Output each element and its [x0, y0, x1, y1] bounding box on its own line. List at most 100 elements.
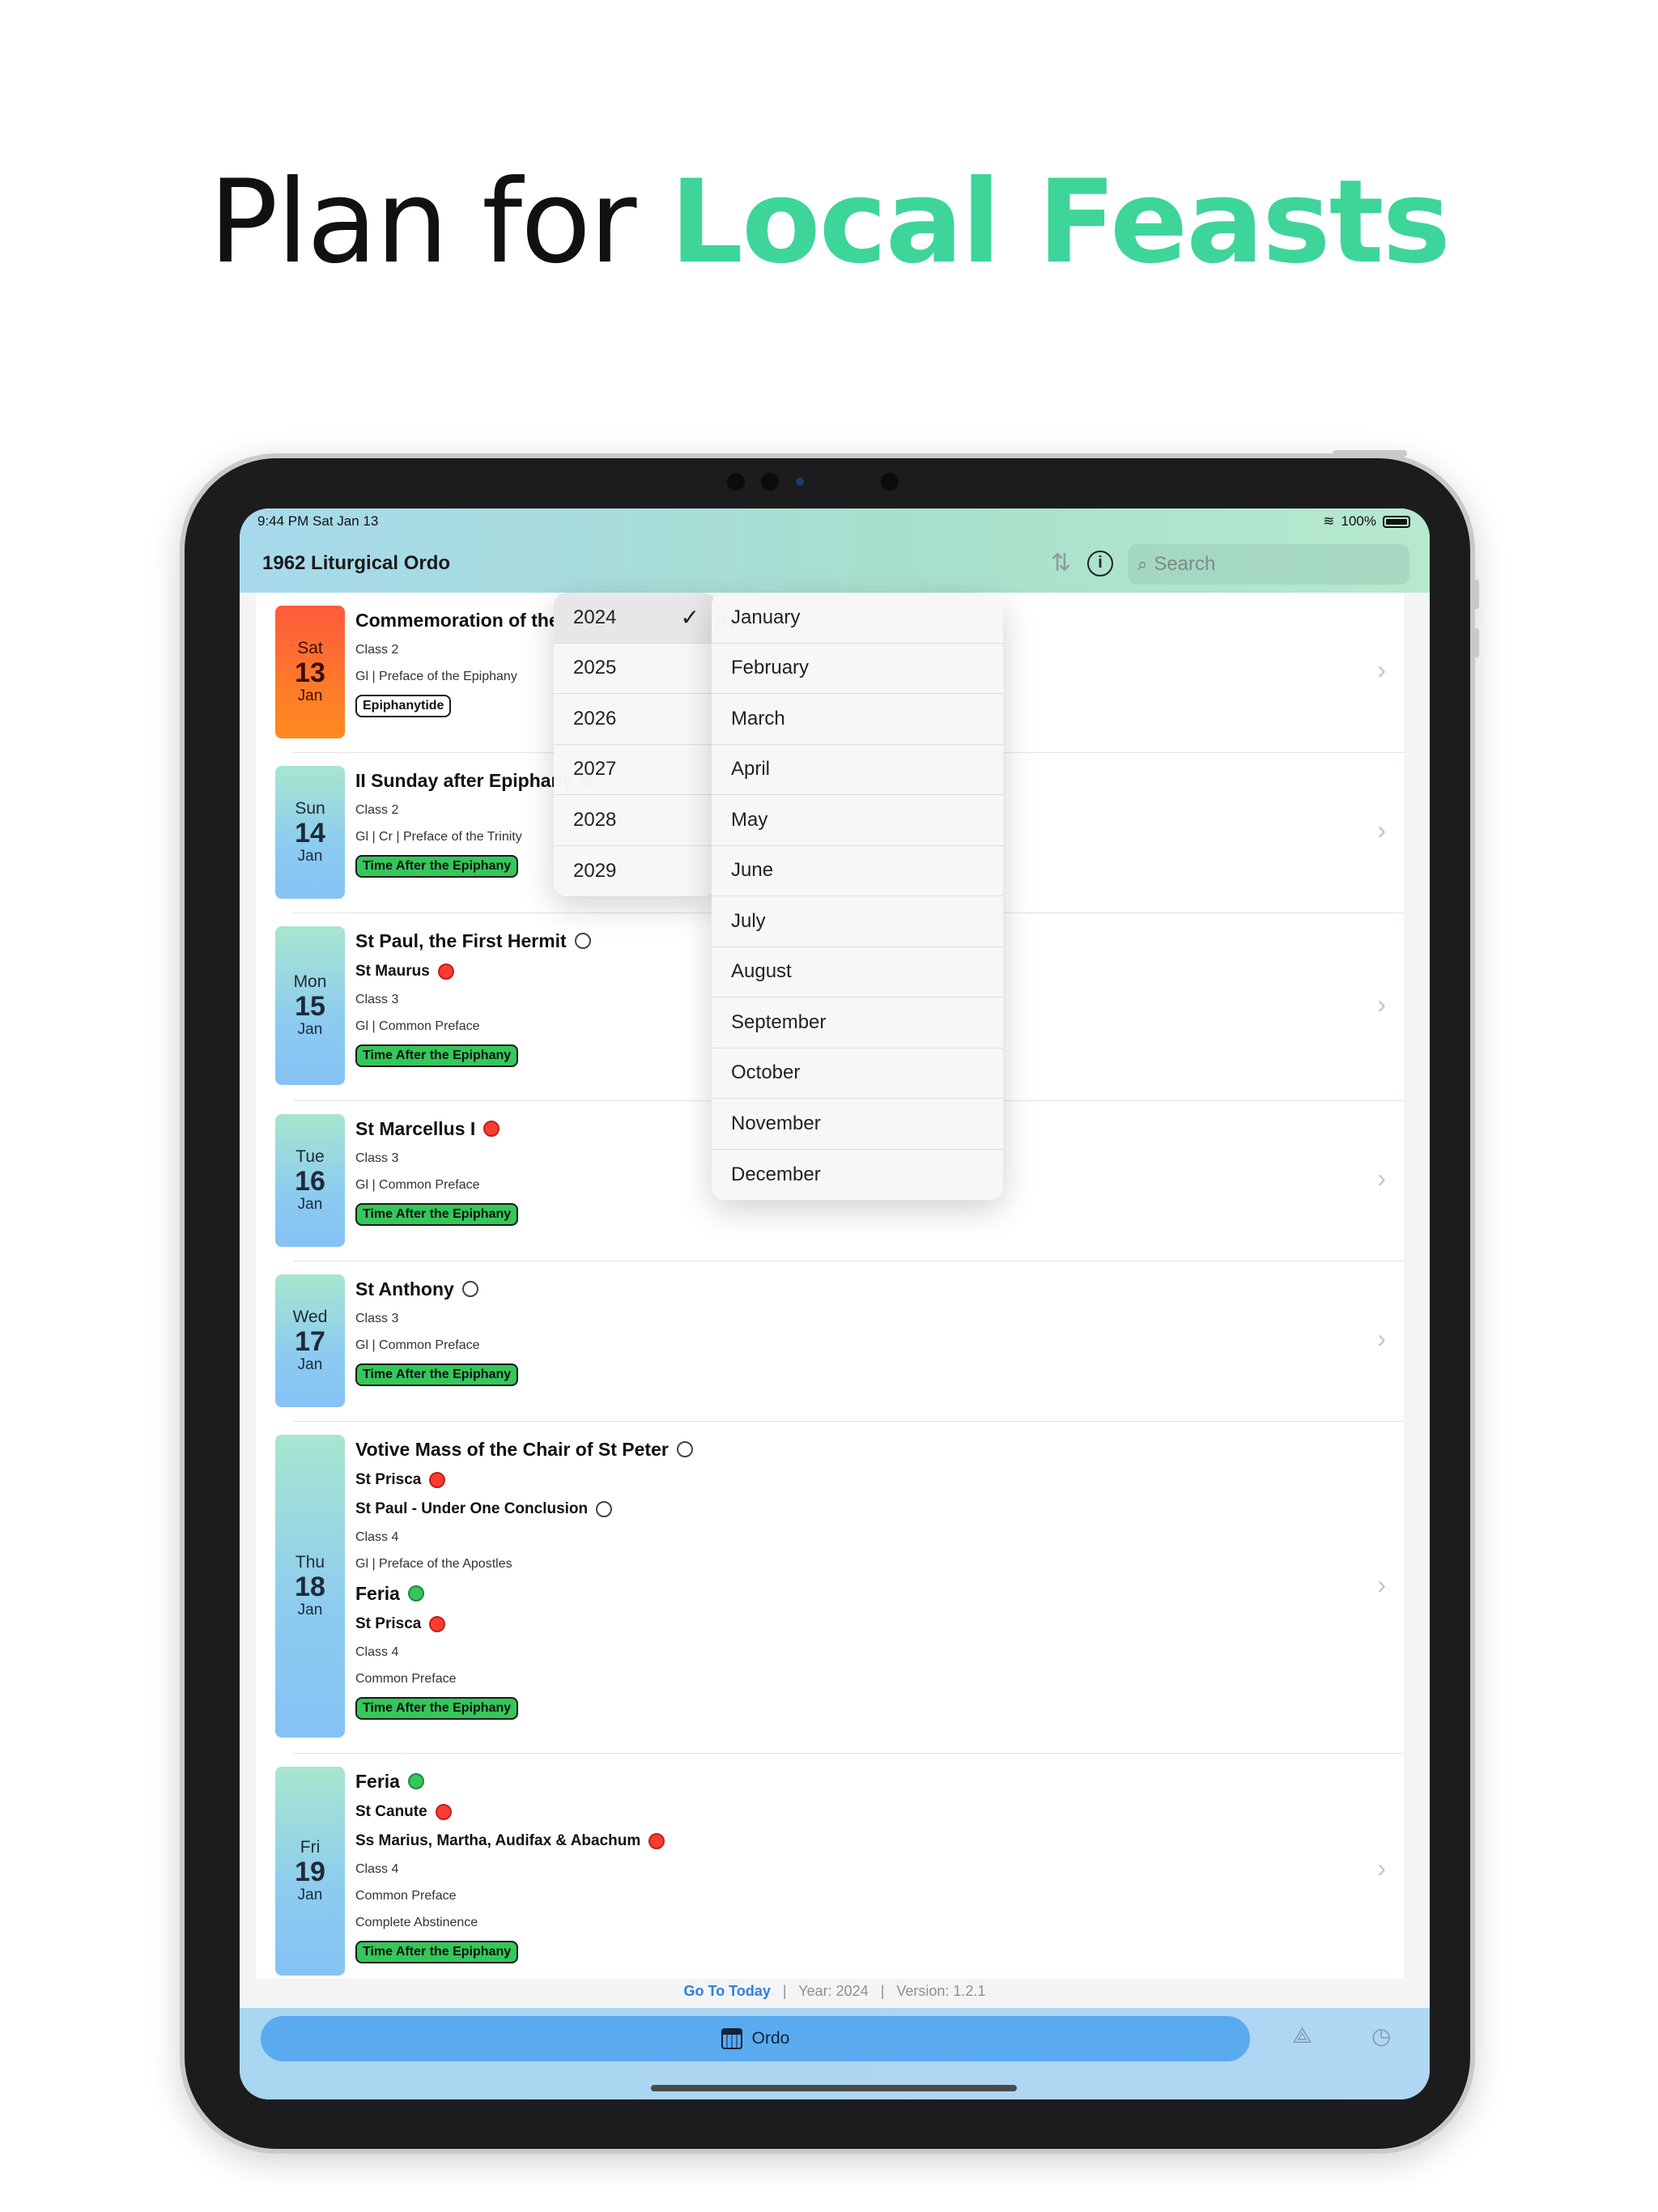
- month-option[interactable]: September: [712, 998, 1003, 1049]
- feast-title: St Anthony: [355, 1278, 454, 1300]
- year-label: 2028: [573, 808, 617, 831]
- year-menu[interactable]: 2024 ✓ 2025 2026 2027 2028 2029: [554, 593, 716, 896]
- year-option[interactable]: 2024 ✓: [554, 593, 716, 644]
- status-right: ≋ 100%: [1323, 513, 1410, 530]
- footer-version: Version: 1.2.1: [896, 1983, 986, 1999]
- feast-title: St Paul, the First Hermit: [355, 929, 567, 951]
- search-input[interactable]: [1154, 553, 1381, 576]
- month-option[interactable]: July: [712, 896, 1003, 947]
- footer-separator: |: [880, 1983, 885, 1999]
- year-option[interactable]: 2025: [554, 644, 716, 694]
- tab-ordo[interactable]: Ordo: [261, 2016, 1250, 2061]
- go-to-today-link[interactable]: Go To Today: [684, 1983, 771, 1999]
- liturgical-color-dot: [574, 933, 591, 949]
- volume-up-button: [1473, 580, 1479, 609]
- wifi-icon: ≋: [1323, 513, 1335, 529]
- month-option[interactable]: February: [712, 644, 1003, 694]
- date-day: 16: [295, 1166, 325, 1197]
- date-mon: Jan: [297, 848, 323, 865]
- feast-title: II Sunday after Epiphany: [355, 769, 573, 791]
- year-label: 2024: [573, 606, 617, 628]
- info-icon[interactable]: i: [1087, 551, 1113, 576]
- feast-detail: Gl | Preface of the Apostles: [355, 1556, 512, 1571]
- date-badge: Mon 15 Jan: [275, 926, 345, 1085]
- commemoration: St Canute: [355, 1803, 427, 1820]
- entry-line: Time After the Epiphany: [355, 1936, 1355, 1968]
- app-title: 1962 Liturgical Ordo: [262, 552, 451, 574]
- month-option[interactable]: June: [712, 846, 1003, 896]
- tab-ordo-label: Ordo: [751, 2029, 790, 2048]
- day-row[interactable]: Wed 17 Jan St Anthony Class 3 Gl | Common Pre…: [256, 1261, 1404, 1422]
- search-field[interactable]: ⌕: [1128, 544, 1409, 585]
- feast-title: Votive Mass of the Chair of St Peter: [355, 1438, 669, 1460]
- commemoration: St Paul - Under One Conclusion: [355, 1500, 589, 1517]
- feast-title: St Marcellus I: [355, 1117, 476, 1139]
- date-dow: Tue: [295, 1147, 325, 1166]
- sensor-dot: [761, 473, 779, 491]
- date-badge: Thu 18 Jan: [275, 1435, 345, 1738]
- date-day: 17: [295, 1326, 325, 1357]
- month-menu[interactable]: January February March April May June July Augu…: [712, 593, 1003, 1200]
- month-option[interactable]: April: [712, 745, 1003, 795]
- liturgical-color-dot: [429, 1472, 446, 1488]
- entry-line: St Prisca: [355, 1610, 1355, 1639]
- day-row[interactable]: Thu 18 Jan Votive Mass of the Chair of St P…: [256, 1422, 1404, 1754]
- date-day: 14: [295, 818, 325, 849]
- feast-detail: Class 2: [355, 802, 399, 817]
- month-option[interactable]: August: [712, 947, 1003, 998]
- entry-line: Complete Abstinence: [355, 1909, 1355, 1936]
- date-day: 13: [295, 657, 325, 688]
- sensor-dot: [881, 473, 899, 491]
- sort-icon[interactable]: ⇅: [1051, 549, 1071, 577]
- feast-detail: Gl | Common Preface: [355, 1177, 480, 1192]
- month-option[interactable]: May: [712, 795, 1003, 846]
- liturgical-color-dot: [596, 1501, 613, 1517]
- year-option[interactable]: 2026: [554, 694, 716, 745]
- season-badge: Time After the Epiphany: [355, 1203, 519, 1226]
- footer: Go To Today | Year: 2024 | Version: 1.2.…: [240, 1979, 1430, 2003]
- feast-detail: Class 4: [355, 1861, 399, 1876]
- liturgical-color-dot: [407, 1585, 424, 1602]
- entry-line: Class 3: [355, 1305, 1355, 1332]
- month-option[interactable]: March: [712, 694, 1003, 745]
- year-option[interactable]: 2027: [554, 745, 716, 795]
- liturgical-color-dot: [429, 1616, 446, 1632]
- entry-line: St Canute: [355, 1797, 1355, 1827]
- month-option[interactable]: December: [712, 1150, 1003, 1201]
- entry-line: Votive Mass of the Chair of St Peter: [355, 1433, 1355, 1465]
- month-option[interactable]: January: [712, 593, 1003, 644]
- entry-line: Common Preface: [355, 1882, 1355, 1909]
- season-badge: Time After the Epiphany: [355, 855, 519, 878]
- month-label: September: [731, 1010, 827, 1033]
- feast-detail: Gl | Common Preface: [355, 1019, 480, 1033]
- feast-detail: Gl | Preface of the Epiphany: [355, 669, 517, 683]
- year-label: 2027: [573, 758, 617, 781]
- year-label: 2026: [573, 707, 617, 730]
- year-label: 2025: [573, 657, 617, 679]
- entry-line: Time After the Epiphany: [355, 1359, 1355, 1391]
- date-mon: Jan: [297, 1602, 323, 1619]
- feast-detail: Class 2: [355, 642, 399, 657]
- camera-lens: [796, 478, 804, 486]
- year-option[interactable]: 2029: [554, 846, 716, 897]
- commemoration: St Prisca: [355, 1615, 422, 1632]
- top-button: [1333, 450, 1407, 457]
- entry-line: Ss Marius, Martha, Audifax & Abachum: [355, 1827, 1355, 1856]
- season-badge: Time After the Epiphany: [355, 1363, 519, 1386]
- date-badge: Sat 13 Jan: [275, 606, 345, 738]
- liturgical-color-dot: [461, 1281, 478, 1297]
- liturgical-color-dot: [407, 1773, 424, 1789]
- triangle-nodes-icon[interactable]: ⟁: [1292, 2023, 1312, 2049]
- clock-icon[interactable]: ◷: [1371, 2023, 1391, 2049]
- feast-detail: Class 4: [355, 1644, 399, 1659]
- year-option[interactable]: 2028: [554, 795, 716, 846]
- entry-line: Gl | Preface of the Apostles: [355, 1551, 1355, 1577]
- footer-year: Year: 2024: [798, 1983, 869, 1999]
- month-label: August: [731, 960, 792, 983]
- month-option[interactable]: October: [712, 1049, 1003, 1099]
- entry-line: Time After the Epiphany: [355, 1198, 1355, 1231]
- day-row[interactable]: Fri 19 Jan Feria St Canute Ss Marius, Martha,…: [256, 1754, 1404, 1979]
- date-mon: Jan: [297, 1887, 323, 1904]
- entry-line: St Prisca: [355, 1465, 1355, 1495]
- month-option[interactable]: November: [712, 1099, 1003, 1150]
